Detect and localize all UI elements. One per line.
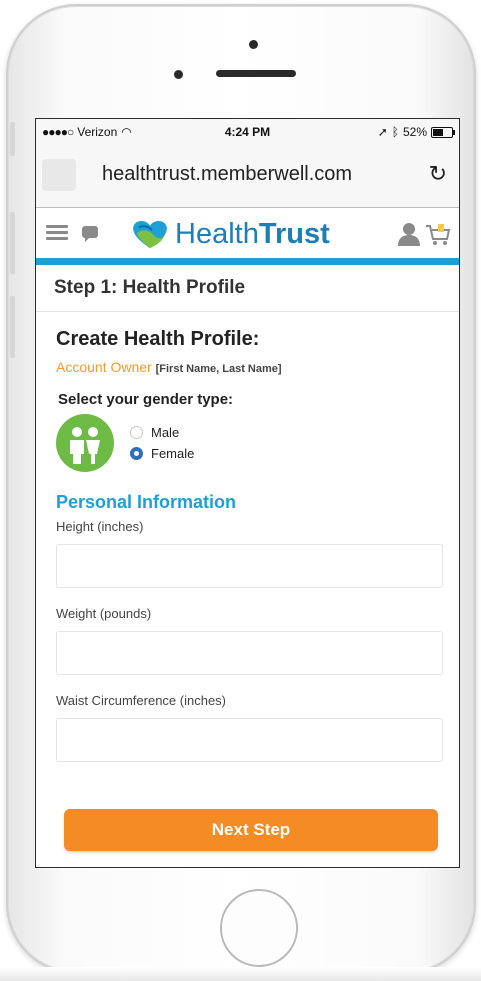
logo-heart-icon xyxy=(133,220,167,248)
gender-people-icon xyxy=(56,414,114,472)
volume-down-button xyxy=(10,296,15,358)
home-button[interactable] xyxy=(220,889,298,967)
waist-input[interactable] xyxy=(56,718,443,762)
signal-icon: ●●●●○ xyxy=(42,125,74,139)
account-owner-label: Account Owner xyxy=(56,359,152,375)
gender-option-male[interactable]: Male xyxy=(130,425,194,440)
height-input[interactable] xyxy=(56,544,443,588)
height-label: Height (inches) xyxy=(56,519,144,534)
status-bar: ●●●●○ Verizon ◠ 4:24 PM ➚ ᛒ 52% xyxy=(36,119,459,145)
male-radio[interactable] xyxy=(130,426,143,439)
url-text[interactable]: healthtrust.memberwell.com xyxy=(102,163,352,186)
front-camera xyxy=(249,40,258,49)
menu-icon[interactable] xyxy=(46,225,68,243)
brand-bold: Trust xyxy=(258,218,330,250)
phone-screen: ●●●●○ Verizon ◠ 4:24 PM ➚ ᛒ 52% healthtr… xyxy=(35,118,460,868)
wifi-icon: ◠ xyxy=(121,125,132,139)
weight-label: Weight (pounds) xyxy=(56,606,152,621)
site-header: HealthTrust xyxy=(36,208,459,265)
healthtrust-logo[interactable]: HealthTrust xyxy=(131,218,330,251)
account-owner-line: Account Owner [First Name, Last Name] xyxy=(56,359,459,375)
volume-up-button xyxy=(10,212,15,274)
next-step-button[interactable]: Next Step xyxy=(64,809,438,851)
gender-option-female[interactable]: Female xyxy=(130,446,194,461)
waist-label: Waist Circumference (inches) xyxy=(56,693,227,708)
location-icon: ➚ xyxy=(377,125,388,139)
browser-address-bar[interactable]: healthtrust.memberwell.com ↻ xyxy=(36,145,459,208)
bottom-shadow xyxy=(0,967,481,981)
cart-icon[interactable] xyxy=(425,221,451,247)
step-title: Step 1: Health Profile xyxy=(36,265,459,312)
gender-title: Select your gender type: xyxy=(58,391,234,408)
user-icon[interactable] xyxy=(397,222,421,246)
account-owner-hint: [First Name, Last Name] xyxy=(155,363,282,375)
battery-percent: 52% xyxy=(402,125,427,139)
weight-input[interactable] xyxy=(56,631,443,675)
gender-selector: Male Female xyxy=(56,414,459,472)
brand-light: Health xyxy=(175,218,259,250)
tab-button[interactable] xyxy=(42,159,76,191)
personal-info-title: Personal Information xyxy=(56,492,237,512)
battery-icon xyxy=(431,126,455,138)
female-radio[interactable] xyxy=(130,447,143,460)
male-label: Male xyxy=(151,425,180,440)
mute-switch xyxy=(10,122,15,156)
female-label: Female xyxy=(151,446,195,461)
carrier-label: Verizon xyxy=(77,125,118,139)
proximity-sensor xyxy=(174,70,183,79)
earpiece-speaker xyxy=(216,70,296,77)
profile-heading: Create Health Profile: xyxy=(56,328,260,350)
reload-icon[interactable]: ↻ xyxy=(429,161,447,187)
chat-icon[interactable] xyxy=(82,226,98,242)
bluetooth-icon: ᛒ xyxy=(391,125,399,139)
